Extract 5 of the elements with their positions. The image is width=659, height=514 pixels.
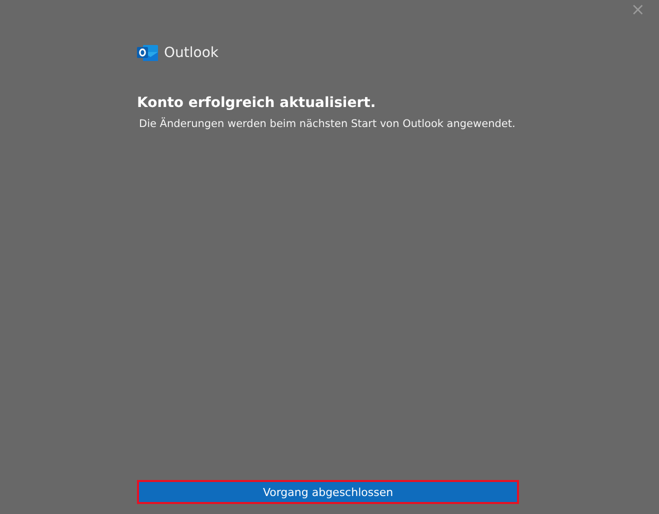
app-name: Outlook — [164, 45, 219, 61]
heading: Konto erfolgreich aktualisiert. — [137, 95, 377, 111]
message: Die Änderungen werden beim nächsten Start von Outlook angewendet. — [139, 118, 516, 130]
outlook-logo-icon — [137, 44, 159, 62]
done-button[interactable]: Vorgang abgeschlossen — [137, 480, 519, 504]
